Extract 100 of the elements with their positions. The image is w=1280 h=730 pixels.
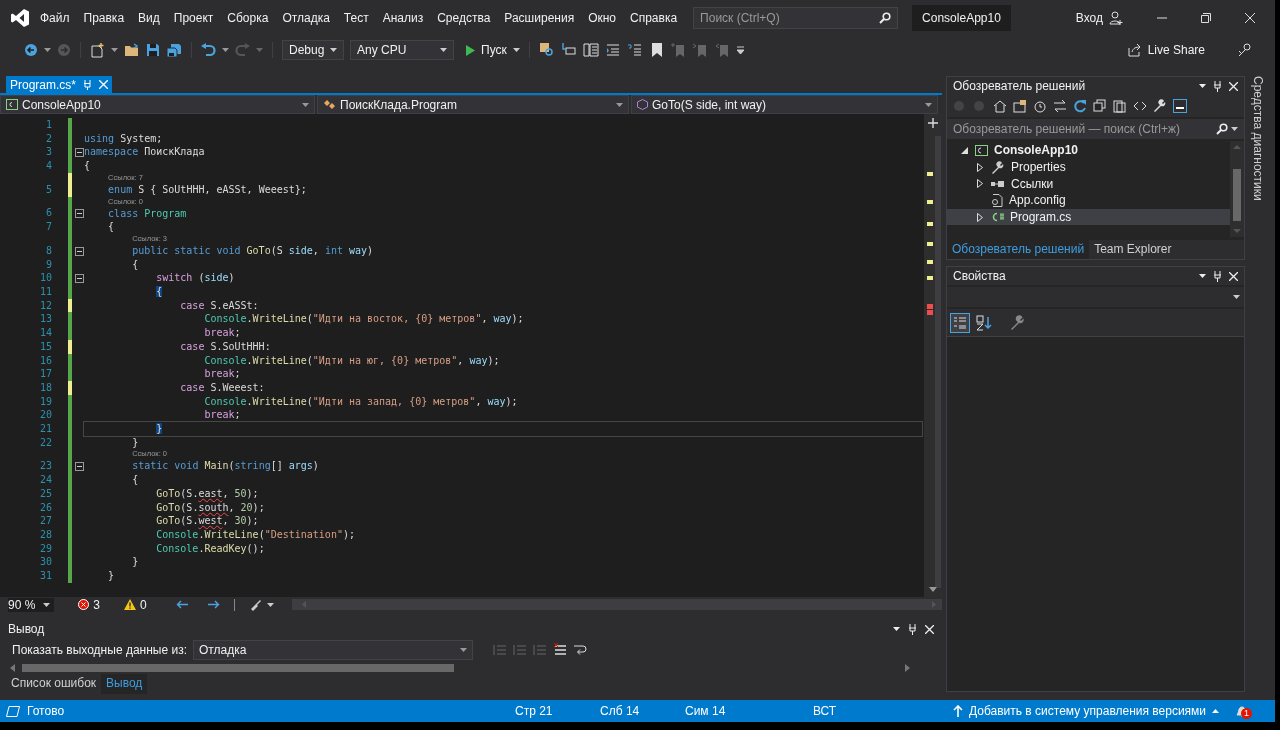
- menu-item[interactable]: Проект: [173, 11, 214, 25]
- class-icon: [323, 99, 336, 110]
- collapsed-arrow-icon[interactable]: [977, 179, 983, 189]
- comment-icon[interactable]: [604, 42, 621, 58]
- live-share-button[interactable]: Live Share: [1127, 43, 1205, 57]
- menu-item[interactable]: Отладка: [282, 11, 330, 25]
- feedback-icon[interactable]: [1237, 42, 1253, 58]
- line-number: 30: [39, 555, 52, 570]
- sync-icon[interactable]: [1053, 99, 1067, 113]
- search-icon[interactable]: [1216, 123, 1228, 135]
- collapsed-arrow-icon[interactable]: [977, 162, 983, 172]
- pin-icon[interactable]: [1213, 80, 1222, 92]
- folder-view-icon[interactable]: [1013, 99, 1027, 113]
- collapse-icon[interactable]: [75, 274, 84, 283]
- find-in-files-icon[interactable]: [538, 42, 555, 58]
- navigation-dropdown[interactable]: ConsoleApp10: [0, 95, 315, 114]
- tree-item[interactable]: Ссылки: [947, 175, 1230, 193]
- brush-icon[interactable]: [249, 598, 261, 611]
- platform-dropdown[interactable]: Any CPU: [350, 40, 454, 60]
- side-tab[interactable]: Средства диагностики: [1251, 76, 1265, 201]
- navigation-dropdown[interactable]: ПоискКлада.Program: [317, 95, 629, 114]
- undo-icon[interactable]: [201, 43, 216, 57]
- menu-item[interactable]: Расширения: [504, 11, 575, 25]
- save-all-icon[interactable]: [166, 42, 182, 58]
- source-control-button[interactable]: Добавить в систему управления версиями: [953, 704, 1220, 718]
- search-icon[interactable]: [879, 12, 892, 24]
- collapsed-arrow-icon[interactable]: [977, 212, 983, 222]
- output-window-icon[interactable]: [6, 705, 20, 717]
- tree-item[interactable]: Properties: [947, 158, 1230, 176]
- code-icon[interactable]: [1133, 99, 1147, 113]
- collapse-icon[interactable]: [75, 209, 84, 219]
- copy-icon[interactable]: [1113, 99, 1127, 113]
- folder-icon[interactable]: [124, 43, 140, 57]
- menu-item[interactable]: Правка: [83, 11, 125, 25]
- close-icon[interactable]: [1229, 81, 1238, 91]
- pin-icon[interactable]: [1213, 270, 1222, 282]
- next-icon[interactable]: [208, 600, 221, 609]
- vertical-scrollbar[interactable]: [924, 114, 942, 597]
- sign-in-link[interactable]: Вход: [1075, 11, 1103, 25]
- search-field[interactable]: Поиск (Ctrl+Q): [693, 7, 899, 29]
- panel-tab[interactable]: Список ошибок: [6, 674, 102, 694]
- expanded-arrow-icon[interactable]: [960, 146, 968, 154]
- alphabetical-icon[interactable]: [976, 314, 992, 331]
- zoom-dropdown[interactable]: 90 %: [8, 597, 55, 612]
- warning-count[interactable]: 0: [124, 597, 147, 612]
- caret-icon: [925, 102, 932, 107]
- panel-tab[interactable]: Обозреватель решений: [947, 240, 1090, 259]
- pin-icon[interactable]: [908, 623, 917, 635]
- configuration-dropdown[interactable]: Debug: [282, 40, 344, 60]
- share-icon: [1127, 43, 1142, 57]
- tree-item[interactable]: App.config: [947, 192, 1230, 209]
- close-icon[interactable]: [1245, 13, 1255, 23]
- panel-tab[interactable]: Team Explorer: [1089, 240, 1177, 259]
- refresh-icon[interactable]: [1073, 99, 1087, 113]
- menu-item[interactable]: Средства: [437, 11, 491, 25]
- insert-mode-indicator[interactable]: ВСТ: [813, 704, 953, 718]
- vertical-scrollbar[interactable]: [1230, 141, 1244, 237]
- method-icon: [637, 99, 648, 110]
- menu-item[interactable]: Справка: [630, 11, 678, 25]
- collapse-all-icon[interactable]: [1093, 99, 1107, 113]
- code-line: }: [131, 435, 139, 450]
- tree-item[interactable]: ConsoleApp10: [947, 142, 1230, 159]
- back-arrow-icon[interactable]: [24, 43, 38, 57]
- menu-item[interactable]: Сборка: [227, 11, 269, 25]
- word-wrap-icon[interactable]: [573, 643, 589, 657]
- categorized-icon[interactable]: [950, 312, 970, 333]
- tree-item[interactable]: Program.cs: [947, 208, 1230, 226]
- error-count[interactable]: 3: [78, 597, 101, 612]
- panel-icon[interactable]: [582, 42, 599, 58]
- config-file-icon: [991, 193, 1003, 207]
- collapse-icon[interactable]: [75, 148, 84, 158]
- close-icon[interactable]: [925, 624, 934, 634]
- collapse-icon[interactable]: [75, 246, 84, 256]
- caret-icon: [512, 48, 520, 52]
- restore-icon[interactable]: [1201, 13, 1211, 23]
- previous-icon[interactable]: [175, 600, 188, 609]
- output-source-dropdown[interactable]: Отладка: [193, 640, 473, 660]
- menu-item[interactable]: Окно: [588, 11, 617, 25]
- new-project-icon[interactable]: [90, 42, 105, 58]
- uncomment-icon[interactable]: [626, 42, 643, 58]
- clear-all-icon[interactable]: [553, 643, 567, 657]
- user-icon[interactable]: [1109, 11, 1123, 25]
- overflow-icon[interactable]: [736, 46, 744, 54]
- notification-badge[interactable]: 1: [1241, 708, 1252, 719]
- close-icon[interactable]: [1229, 271, 1238, 281]
- start-button[interactable]: Пуск: [466, 43, 520, 57]
- menu-item[interactable]: Анализ: [382, 11, 424, 25]
- menu-item[interactable]: Файл: [40, 11, 70, 25]
- menu-item[interactable]: Вид: [138, 11, 160, 25]
- history-icon[interactable]: [1033, 99, 1047, 113]
- menu-item[interactable]: Тест: [343, 11, 369, 25]
- home-icon[interactable]: [993, 99, 1007, 113]
- navigation-dropdown[interactable]: GoTo(S side, int way): [631, 95, 938, 114]
- horizontal-scrollbar[interactable]: [292, 599, 942, 610]
- wrench-icon[interactable]: [1153, 99, 1167, 113]
- collapse-icon[interactable]: [75, 462, 84, 472]
- panel-tab[interactable]: Вывод: [101, 674, 148, 694]
- save-icon[interactable]: [146, 43, 160, 57]
- search-field[interactable]: Обозреватель решений — поиск (Ctrl+ж): [947, 119, 1244, 139]
- preview-icon[interactable]: [1173, 99, 1187, 113]
